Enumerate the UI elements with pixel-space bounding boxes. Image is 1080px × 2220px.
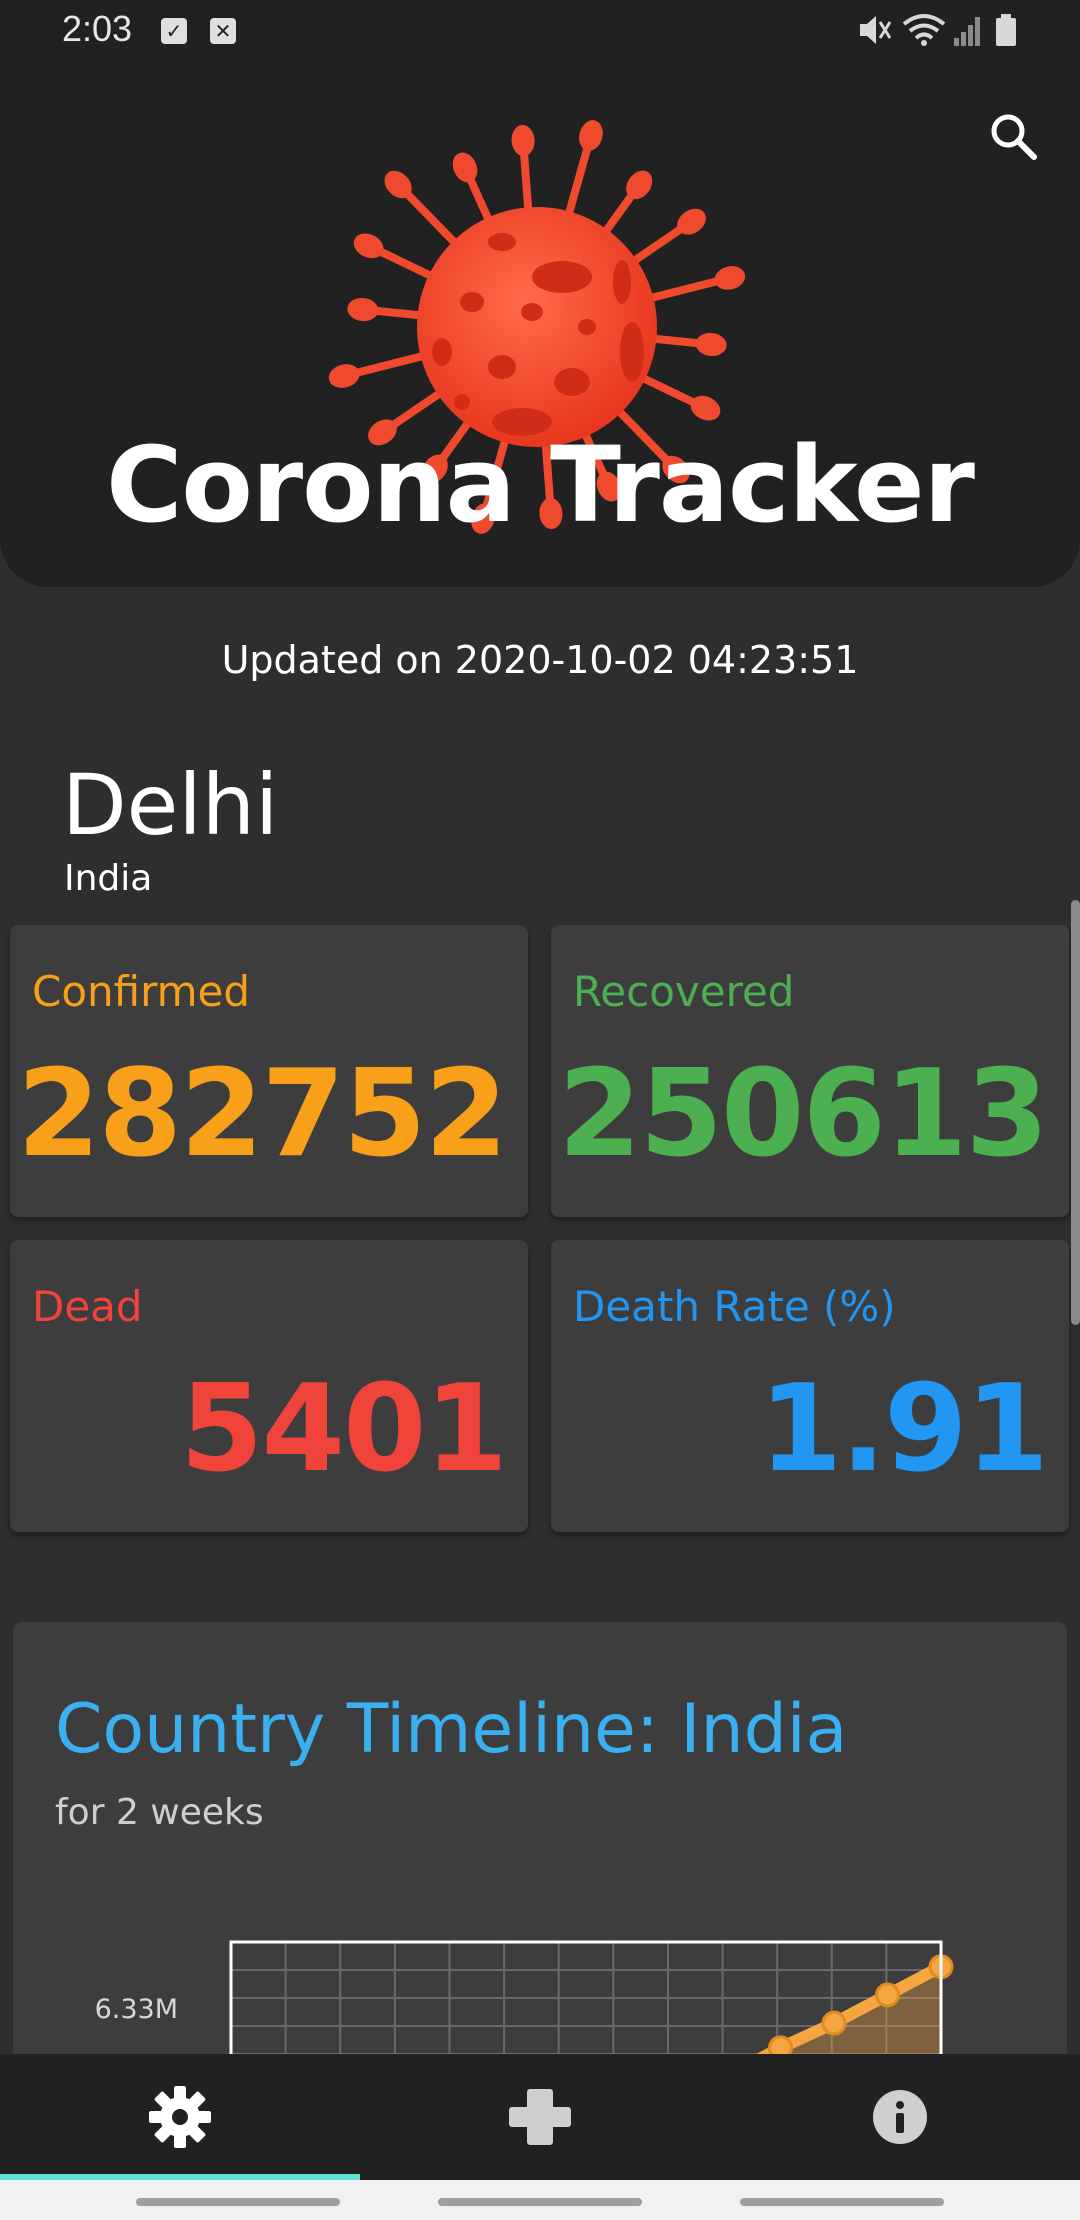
virus-spike-tip: [353, 233, 384, 259]
recovered-card: Recovered 250613: [551, 925, 1069, 1217]
updated-timestamp: Updated on 2020-10-02 04:23:51: [221, 638, 859, 682]
system-home-button[interactable]: [438, 2198, 642, 2206]
location-name: Delhi: [62, 756, 279, 854]
medical-cross-icon: [509, 2089, 571, 2145]
confirmed-card: Confirmed 282752: [10, 925, 528, 1217]
search-icon[interactable]: [984, 107, 1044, 167]
virus-spike-tip: [690, 395, 721, 421]
gear-icon: [149, 2086, 211, 2148]
system-back-button[interactable]: [740, 2198, 944, 2206]
info-icon: [873, 2090, 927, 2144]
mute-icon: [860, 16, 892, 44]
bottom-navigation: [0, 2054, 1080, 2180]
app-title: Corona Tracker: [106, 424, 975, 546]
close-box-icon: ✕: [210, 18, 236, 44]
virus-spike-tip: [328, 364, 360, 388]
wifi-icon: [902, 14, 946, 46]
signal-icon: [954, 17, 980, 46]
virus-spike-tip: [347, 297, 379, 322]
virus-spike-tip: [714, 266, 746, 290]
recovered-value: 250613: [558, 1045, 1049, 1184]
dead-value: 5401: [180, 1360, 508, 1499]
location-country: India: [64, 858, 153, 899]
death-rate-value: 1.91: [758, 1360, 1049, 1499]
confirmed-value: 282752: [17, 1045, 508, 1184]
chart-y-tick-label: 6.33M: [95, 1994, 178, 2025]
scrollbar-thumb[interactable]: [1071, 900, 1080, 1325]
death-rate-card: Death Rate (%) 1.91: [551, 1240, 1069, 1532]
check-box-icon: ✓: [161, 18, 187, 44]
status-bar: 2:03 ✓ ✕: [0, 0, 1080, 62]
virus-spike-tip: [452, 152, 478, 183]
battery-icon: [996, 14, 1016, 46]
recovered-label: Recovered: [573, 967, 795, 1016]
nav-tab-info[interactable]: [720, 2054, 1080, 2180]
chart-data-point: [875, 1982, 900, 2008]
nav-tab-medical[interactable]: [360, 2054, 720, 2180]
death-rate-label: Death Rate (%): [573, 1282, 896, 1331]
dead-card: Dead 5401: [10, 1240, 528, 1532]
nav-tab-settings[interactable]: [0, 2054, 360, 2180]
chart-data-point: [821, 2010, 847, 2036]
virus-spike-tip: [579, 120, 603, 151]
system-recents-button[interactable]: [136, 2198, 340, 2206]
system-nav-bar: [0, 2180, 1080, 2220]
confirmed-label: Confirmed: [32, 967, 251, 1016]
app-header: Corona Tracker: [0, 62, 1080, 587]
virus-spike-tip: [695, 332, 727, 357]
dead-label: Dead: [32, 1282, 143, 1331]
status-time: 2:03: [62, 8, 133, 49]
virus-spike-tip: [511, 125, 535, 156]
